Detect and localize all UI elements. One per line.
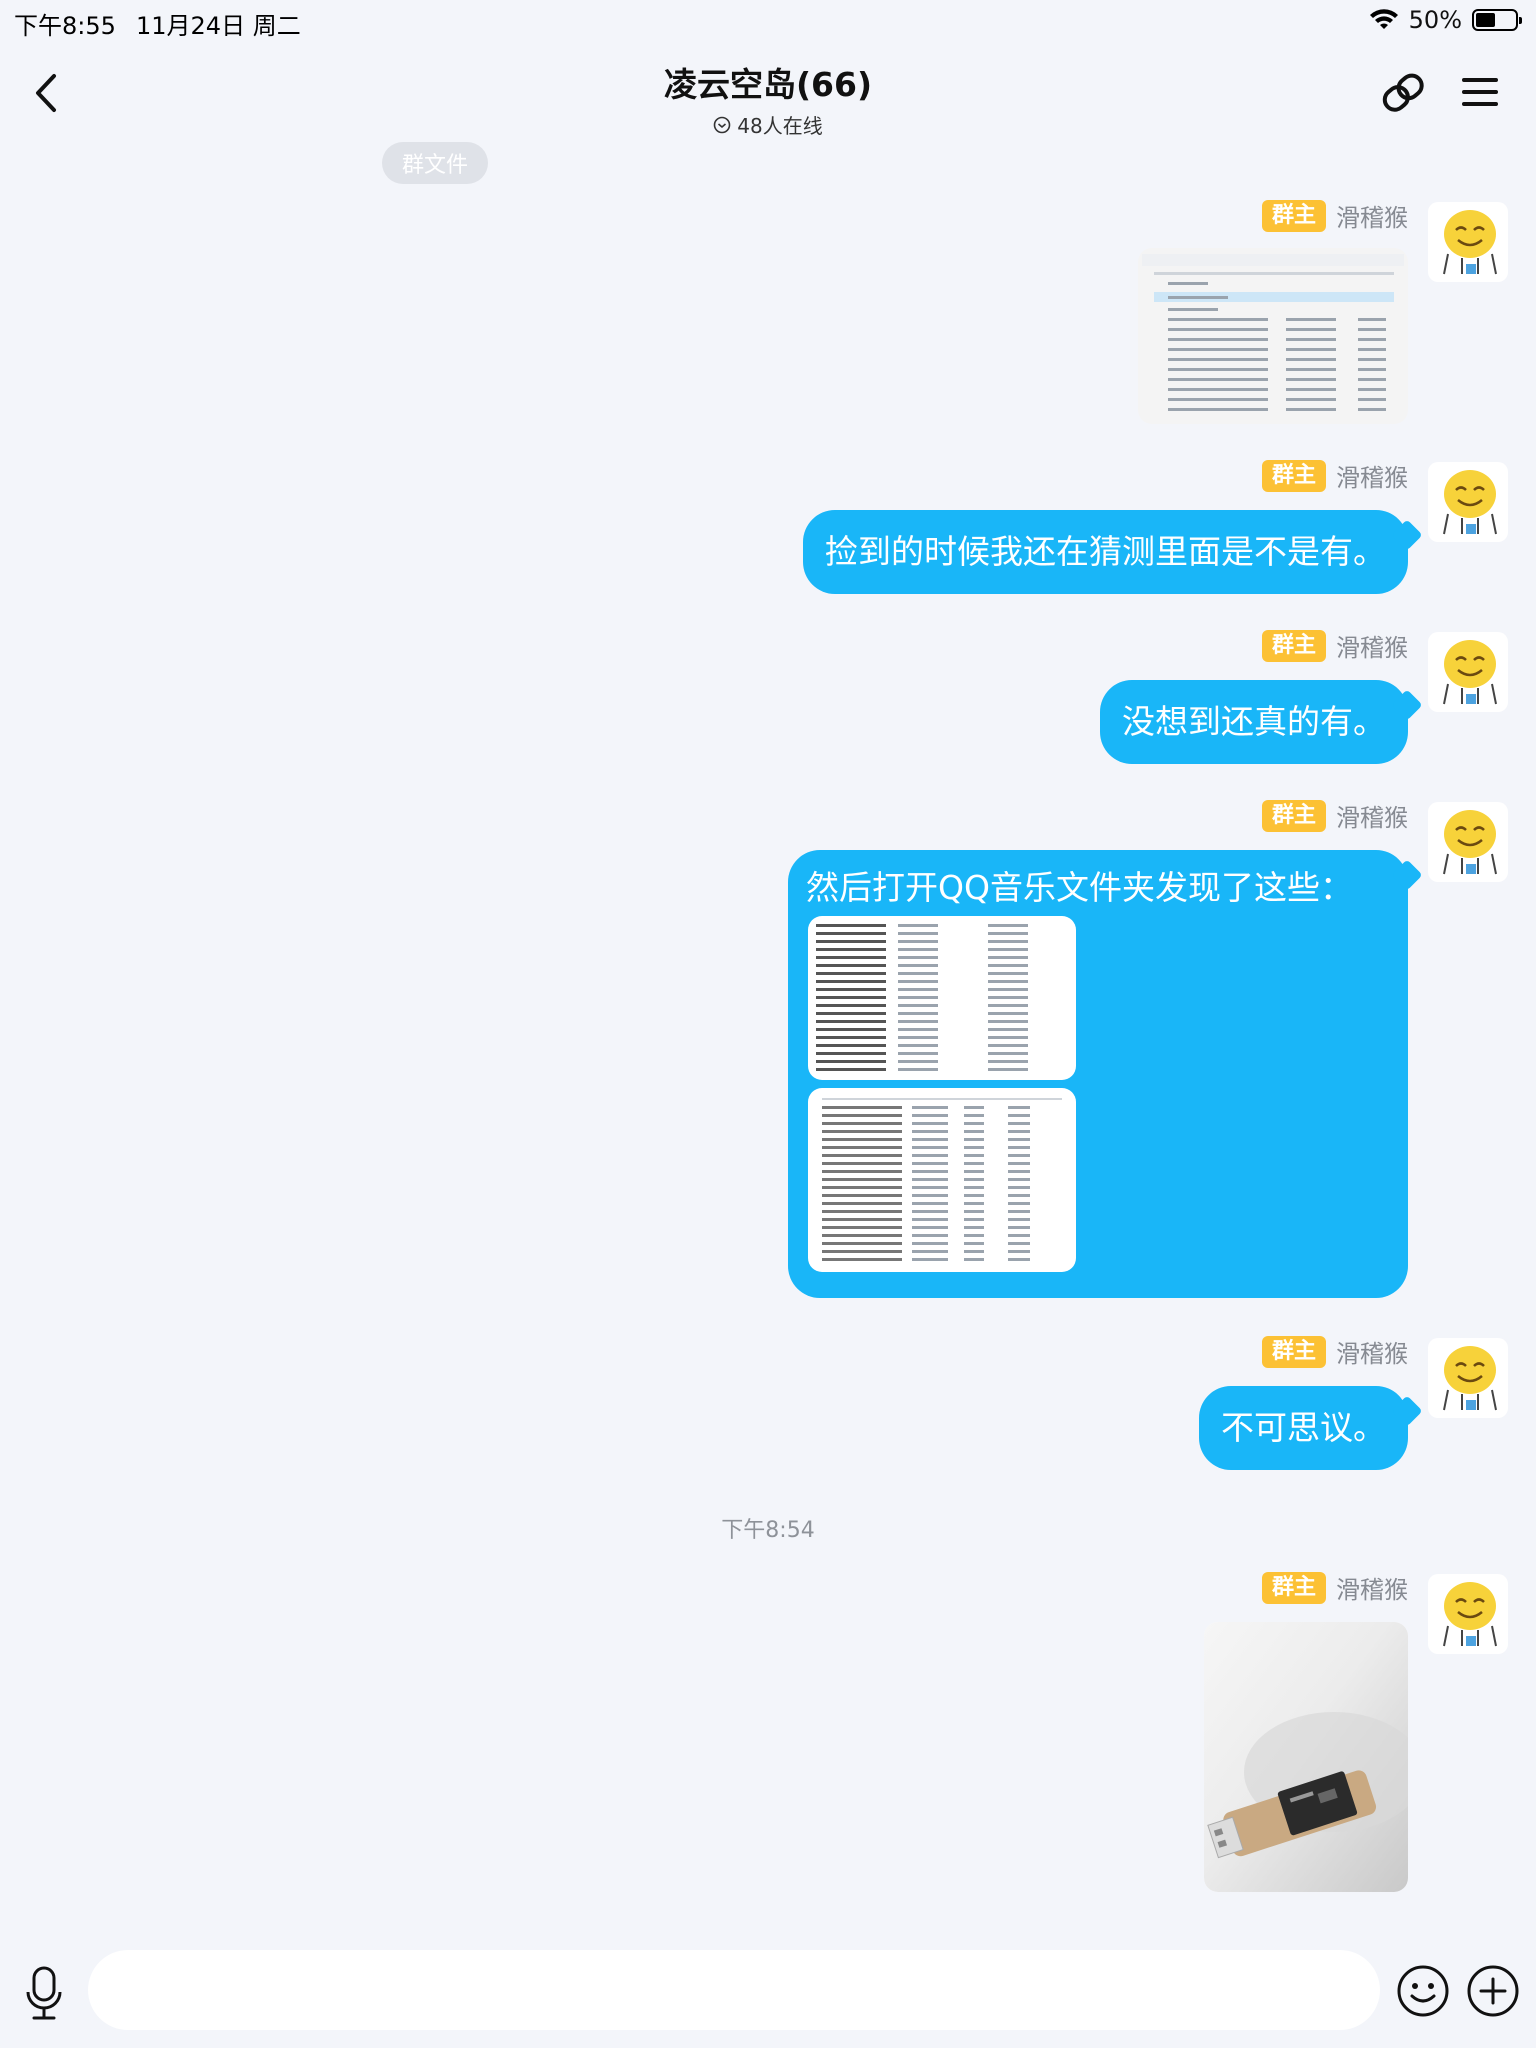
owner-badge: 群主	[1261, 799, 1326, 832]
status-right: 50%	[1369, 6, 1522, 34]
online-check-icon	[713, 116, 731, 133]
timestamp: 下午8:54	[721, 1518, 815, 1543]
message-meta: 群主 滑稽猴	[1261, 198, 1408, 233]
smiley-avatar-icon	[1443, 1346, 1497, 1411]
smiley-avatar-icon	[1443, 470, 1497, 535]
message-meta: 群主 滑稽猴	[1261, 1334, 1408, 1369]
sender-name[interactable]: 滑稽猴	[1336, 198, 1408, 233]
avatar[interactable]	[1428, 202, 1508, 282]
title-block[interactable]: 凌云空岛(66) 48人在线	[0, 58, 1536, 139]
status-date: 11月24日 周二	[136, 12, 301, 40]
message-bubble-with-images[interactable]: 然后打开QQ音乐文件夹发现了这些：	[788, 850, 1408, 1298]
smiley-avatar-icon	[1443, 810, 1497, 875]
group-file-chip[interactable]: 群文件	[382, 142, 488, 184]
menu-icon[interactable]	[1458, 70, 1502, 114]
message-meta: 群主 滑稽猴	[1261, 798, 1408, 833]
avatar[interactable]	[1428, 1338, 1508, 1418]
message-bubble[interactable]: 不可思议。	[1199, 1386, 1408, 1470]
owner-badge: 群主	[1261, 1571, 1326, 1604]
status-time: 下午8:55	[14, 12, 116, 40]
sender-name[interactable]: 滑稽猴	[1336, 1570, 1408, 1605]
link-icon[interactable]	[1378, 66, 1430, 118]
message-bubble[interactable]: 捡到的时候我还在猜测里面是不是有。	[803, 510, 1408, 594]
message-meta: 群主 滑稽猴	[1261, 458, 1408, 493]
music-folder-screenshot-1[interactable]	[808, 916, 1076, 1080]
sender-name[interactable]: 滑稽猴	[1336, 458, 1408, 493]
online-status: 48人在线	[713, 110, 823, 139]
avatar[interactable]	[1428, 632, 1508, 712]
smiley-avatar-icon	[1443, 640, 1497, 705]
owner-badge: 群主	[1261, 459, 1326, 492]
input-bar	[0, 1940, 1536, 2048]
owner-badge: 群主	[1261, 629, 1326, 662]
file-explorer-screenshot[interactable]	[1138, 248, 1408, 424]
avatar[interactable]	[1428, 462, 1508, 542]
online-count: 48人在线	[737, 114, 823, 138]
message-meta: 群主 滑稽猴	[1261, 628, 1408, 663]
battery-icon	[1472, 9, 1522, 31]
plus-icon[interactable]	[1466, 1964, 1520, 2018]
sender-name[interactable]: 滑稽猴	[1336, 1334, 1408, 1369]
usb-card-reader-photo[interactable]	[1204, 1622, 1408, 1892]
emoji-icon[interactable]	[1396, 1964, 1450, 2018]
avatar[interactable]	[1428, 802, 1508, 882]
owner-badge: 群主	[1261, 1335, 1326, 1368]
owner-badge: 群主	[1261, 199, 1326, 232]
message-text: 然后打开QQ音乐文件夹发现了这些：	[806, 868, 1353, 907]
usb-photo-icon	[1204, 1622, 1408, 1892]
music-folder-screenshot-2[interactable]	[808, 1088, 1076, 1272]
message-input[interactable]	[88, 1950, 1380, 2030]
chat-header: 凌云空岛(66) 48人在线	[0, 44, 1536, 140]
message-meta: 群主 滑稽猴	[1261, 1570, 1408, 1605]
battery-percent: 50%	[1408, 6, 1462, 34]
wifi-icon	[1369, 9, 1398, 29]
group-title: 凌云空岛(66)	[663, 65, 873, 104]
microphone-icon[interactable]	[22, 1964, 66, 2024]
sender-name[interactable]: 滑稽猴	[1336, 628, 1408, 663]
smiley-avatar-icon	[1443, 1582, 1497, 1647]
status-bar: 下午8:55 11月24日 周二 50%	[0, 0, 1536, 44]
message-bubble[interactable]: 没想到还真的有。	[1100, 680, 1408, 764]
avatar[interactable]	[1428, 1574, 1508, 1654]
sender-name[interactable]: 滑稽猴	[1336, 798, 1408, 833]
smiley-avatar-icon	[1443, 210, 1497, 275]
